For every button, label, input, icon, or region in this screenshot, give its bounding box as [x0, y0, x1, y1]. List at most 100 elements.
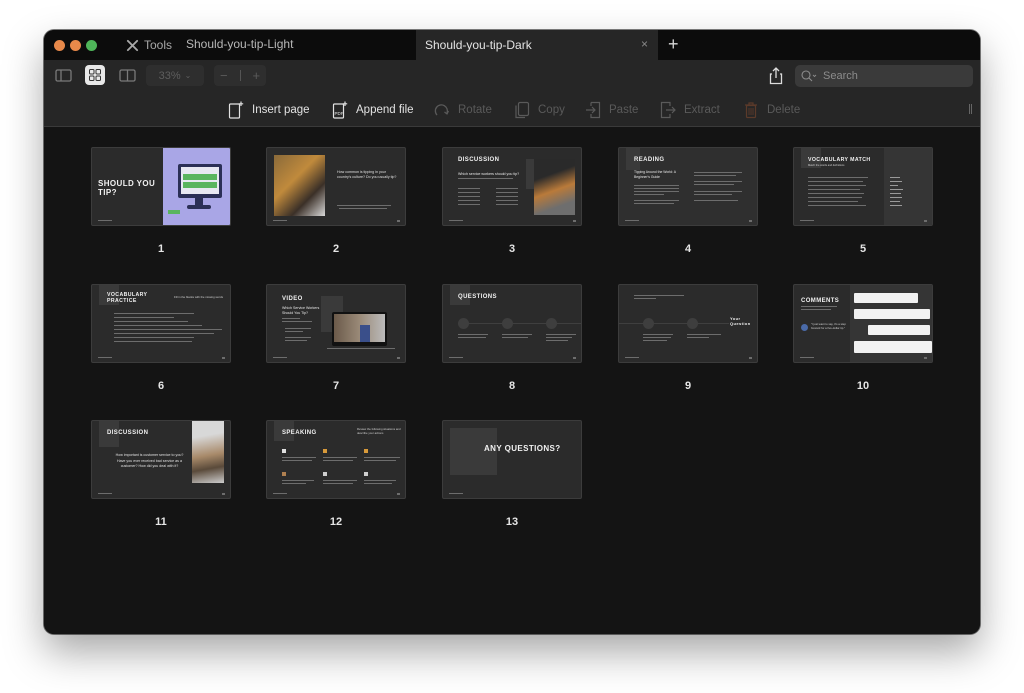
slide-page-number	[573, 357, 576, 359]
copy-button[interactable]: Copy	[514, 101, 565, 119]
zoom-level-select[interactable]: 33% ⌄	[146, 65, 204, 86]
zoom-stepper: − +	[214, 65, 266, 86]
slide-footer	[800, 219, 814, 221]
insert-page-icon	[228, 101, 244, 119]
slide-page-number	[397, 220, 400, 222]
slide-text: Match the words and definitions	[808, 164, 845, 167]
slide-page-number	[222, 357, 225, 359]
append-file-label: Append file	[356, 104, 414, 116]
page-number: 11	[155, 516, 167, 528]
zoom-out-button[interactable]: −	[220, 68, 228, 83]
page-number: 5	[859, 243, 867, 255]
tip-jar-photo	[534, 159, 575, 215]
slide-footer	[449, 492, 463, 494]
sidebar-view-icon[interactable]	[55, 68, 72, 83]
slide-title: COMMENTS	[801, 298, 840, 304]
slide-preview: SHOULD YOU TIP?	[91, 147, 231, 226]
slide-text: How important is customer service to you…	[115, 453, 184, 468]
window-minimize-button[interactable]	[70, 40, 81, 51]
slide-title: DISCUSSION	[107, 430, 149, 436]
tab-should-you-tip-dark[interactable]: Should-you-tip-Dark ×	[416, 30, 658, 60]
grid-view-icon	[89, 69, 101, 81]
slide-footer	[273, 492, 287, 494]
page-number: 8	[508, 380, 516, 392]
slide-page-number	[397, 357, 400, 359]
app-window: Tools Should-you-tip-Light Should-you-ti…	[44, 30, 980, 634]
extract-icon	[660, 101, 676, 119]
slide-page-number	[573, 220, 576, 222]
append-pdf-icon: PDF	[332, 101, 348, 119]
zoom-in-button[interactable]: +	[252, 68, 260, 83]
tools-icon	[126, 39, 139, 51]
slide-page-number	[924, 220, 927, 222]
search-input[interactable]	[823, 70, 953, 82]
copy-label: Copy	[538, 104, 565, 116]
close-tab-icon[interactable]: ×	[641, 37, 648, 51]
page-number: 2	[332, 243, 340, 255]
tools-button[interactable]: Tools	[126, 37, 172, 53]
slide-preview: DISCUSSION Which service workers should …	[442, 147, 582, 226]
slide-text: Which service workers should you tip?	[458, 172, 520, 176]
trash-icon	[745, 102, 757, 119]
insert-page-button[interactable]: Insert page	[228, 101, 310, 119]
search-field[interactable]	[795, 65, 973, 87]
slide-preview: How common is tipping in your country's …	[266, 147, 406, 226]
slide-footer	[449, 356, 463, 358]
two-page-view-icon[interactable]	[119, 68, 136, 83]
tab-label: Should-you-tip-Dark	[425, 38, 532, 52]
search-icon	[801, 70, 817, 82]
tab-should-you-tip-light[interactable]: Should-you-tip-Light	[186, 37, 293, 51]
tools-label: Tools	[144, 38, 173, 52]
page-number: 6	[157, 380, 165, 392]
grid-view-button[interactable]	[85, 65, 105, 85]
window-close-button[interactable]	[54, 40, 65, 51]
slide-text: Which Service Workers Should You Tip?	[282, 306, 320, 315]
page-number: 1	[157, 243, 165, 255]
slide-preview: QUESTIONS	[442, 284, 582, 363]
page-actions-bar: Insert page PDF Append file Rotate Copy …	[44, 92, 980, 127]
rotate-icon	[434, 104, 450, 116]
page-number: 4	[684, 243, 692, 255]
slide-text: Your Question	[730, 316, 751, 326]
slide-preview: READING Tipping Around the World: A Begi…	[618, 147, 758, 226]
slide-title: VIDEO	[282, 296, 303, 302]
page-thumbnail-grid: SHOULD YOU TIP? 1 How common is tipping …	[44, 128, 980, 634]
zoom-level-value: 33%	[158, 69, 181, 82]
extract-label: Extract	[684, 104, 720, 116]
copy-icon	[515, 101, 530, 119]
slide-title: QUESTIONS	[458, 294, 497, 300]
page-number: 10	[856, 380, 870, 392]
rotate-button[interactable]: Rotate	[434, 101, 492, 119]
paste-icon	[586, 101, 601, 119]
slide-title: VOCABULARY PRACTICE	[107, 292, 148, 304]
paste-button[interactable]: Paste	[585, 101, 638, 119]
slide-text: How common is tipping in your country's …	[337, 170, 397, 179]
share-icon[interactable]	[769, 67, 783, 85]
new-tab-button[interactable]: +	[668, 34, 679, 54]
page-number: 3	[508, 243, 516, 255]
slide-preview: VIDEO Which Service Workers Should You T…	[266, 284, 406, 363]
delete-button[interactable]: Delete	[743, 101, 800, 119]
extract-button[interactable]: Extract	[660, 101, 720, 119]
slide-title: VOCABULARY MATCH	[808, 157, 871, 163]
tab-bar: Tools Should-you-tip-Light Should-you-ti…	[44, 30, 980, 60]
delete-label: Delete	[767, 104, 801, 116]
toolbar-drag-handle[interactable]	[969, 104, 972, 114]
append-file-button[interactable]: PDF Append file	[332, 101, 414, 119]
slide-page-number	[749, 220, 752, 222]
video-player[interactable]	[332, 312, 387, 346]
page-number: 9	[684, 380, 692, 392]
slide-text: Fill in the blanks with the missing word…	[174, 295, 223, 299]
window-maximize-button[interactable]	[86, 40, 97, 51]
slide-preview: DISCUSSION How important is customer ser…	[91, 420, 231, 499]
slide-preview: VOCABULARY PRACTICE Fill in the blanks w…	[91, 284, 231, 363]
insert-page-label: Insert page	[252, 104, 310, 116]
slide-preview: SPEAKING Review the following situations…	[266, 420, 406, 499]
slide-page-number	[924, 357, 927, 359]
slide-text: Tipping Around the World: A Beginner's G…	[634, 170, 676, 179]
slide-preview: COMMENTS "I just want to say, it's a ste…	[793, 284, 933, 363]
slide-footer	[273, 219, 287, 221]
page-number: 12	[329, 516, 343, 528]
slide-page-number	[397, 493, 400, 495]
toolbar: 33% ⌄ − +	[44, 60, 980, 92]
